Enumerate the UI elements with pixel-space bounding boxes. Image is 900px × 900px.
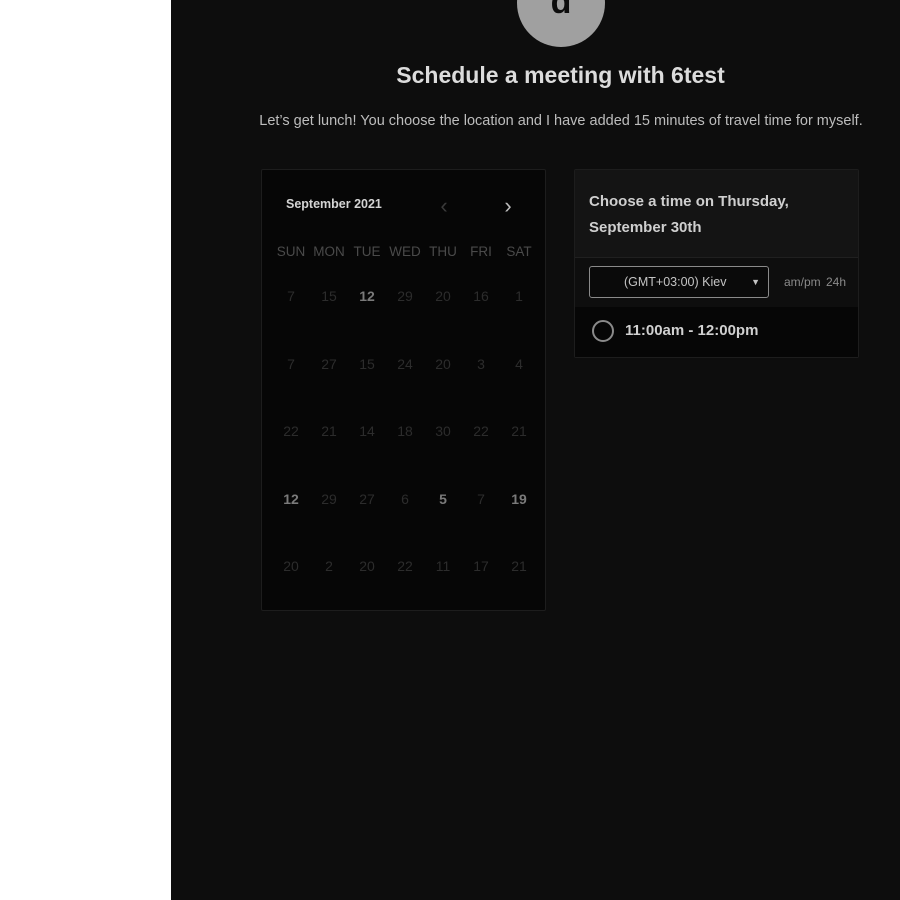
calendar-day: 30: [435, 423, 451, 439]
calendar-week: 12 29 27 6 5 7 19: [272, 491, 538, 559]
calendar-day: 6: [401, 490, 409, 507]
booking-page: d Schedule a meeting with 6test Let’s ge…: [171, 0, 900, 900]
chevron-right-icon[interactable]: ›: [498, 195, 518, 217]
page-description: Let’s get lunch! You choose the location…: [259, 113, 863, 129]
calendar-day: 20: [435, 288, 451, 304]
calendar-day: 21: [511, 558, 527, 574]
calendar-day: 2: [325, 558, 333, 574]
timezone-select[interactable]: (GMT+03:00) Kiev ▼: [589, 266, 769, 298]
calendar-day: 20: [283, 558, 299, 574]
avatar: d: [517, 0, 605, 47]
calendar-day: 27: [321, 355, 337, 372]
calendar-week: 7 27 15 24 20 3 4: [272, 356, 538, 424]
calendar-day: 21: [321, 423, 337, 439]
weekday-label: FRI: [470, 244, 492, 259]
weekday-label: THU: [429, 244, 457, 259]
selected-date-heading: Choose a time on Thursday, September 30t…: [589, 193, 789, 236]
calendar-day: 22: [397, 558, 413, 574]
calendar-day: 7: [287, 355, 295, 372]
time-slot-option[interactable]: 11:00am - 12:00pm: [575, 307, 858, 357]
calendar-day: 29: [397, 288, 413, 304]
calendar-day-available[interactable]: 12: [272, 491, 310, 559]
calendar-month-label: September 2021: [286, 197, 382, 211]
weekday-label: MON: [313, 244, 345, 259]
calendar-day: 22: [283, 423, 299, 439]
calendar-day: 20: [435, 355, 451, 372]
format-24h-toggle[interactable]: 24h: [826, 275, 846, 289]
weekday-label: SUN: [276, 244, 306, 259]
radio-circle-icon: [592, 320, 614, 342]
page-title: Schedule a meeting with 6test: [396, 62, 725, 88]
calendar-day: 15: [359, 355, 375, 372]
timezone-value: (GMT+03:00) Kiev: [624, 275, 727, 289]
time-slot-label: 11:00am - 12:00pm: [625, 322, 759, 339]
calendar-panel: September 2021 ‹ › SUN MON TUE WED THU F…: [261, 169, 546, 611]
time-slots-panel: Choose a time on Thursday, September 30t…: [574, 169, 859, 358]
calendar-day: 20: [359, 558, 375, 574]
calendar-day: 7: [477, 490, 485, 507]
calendar-day: 21: [511, 423, 527, 439]
calendar-day: 3: [477, 355, 485, 372]
calendar-day: 24: [397, 355, 413, 372]
chevron-left-icon[interactable]: ‹: [434, 195, 454, 217]
calendar-day: 18: [397, 423, 413, 439]
calendar-week: 7 15 12 29 20 16 1: [272, 288, 538, 356]
weekday-label: SAT: [506, 244, 532, 259]
calendar-day: 27: [359, 490, 375, 507]
calendar-day: 15: [321, 288, 337, 304]
weekday-label: WED: [389, 244, 421, 259]
calendar-day-available[interactable]: 5: [424, 491, 462, 559]
calendar-day: 16: [473, 288, 489, 304]
time-slots-header: Choose a time on Thursday, September 30t…: [575, 170, 858, 258]
calendar-week: 20 2 20 22 11 17 21: [272, 558, 538, 626]
calendar-day: 17: [473, 558, 489, 574]
weekday-label: TUE: [353, 244, 381, 259]
calendar-day: 29: [321, 490, 337, 507]
left-blank-area: [0, 0, 171, 900]
caret-down-icon: ▼: [751, 277, 760, 287]
calendar-grid: 7 15 12 29 20 16 1 7 27 15 24 20 3 4 22 …: [272, 288, 538, 626]
calendar-week: 22 21 14 18 30 22 21: [272, 423, 538, 491]
calendar-day: 1: [515, 288, 523, 304]
calendar-day: 11: [435, 558, 451, 574]
format-ampm-toggle[interactable]: am/pm: [784, 275, 821, 289]
calendar-day-available[interactable]: 19: [500, 491, 538, 559]
weekday-header: SUN MON TUE WED THU FRI SAT: [272, 244, 538, 259]
calendar-day-available[interactable]: 12: [348, 288, 386, 356]
calendar-day: 14: [359, 423, 375, 439]
calendar-day: 4: [515, 355, 523, 372]
calendar-day: 22: [473, 423, 489, 439]
calendar-day: 7: [287, 288, 295, 304]
